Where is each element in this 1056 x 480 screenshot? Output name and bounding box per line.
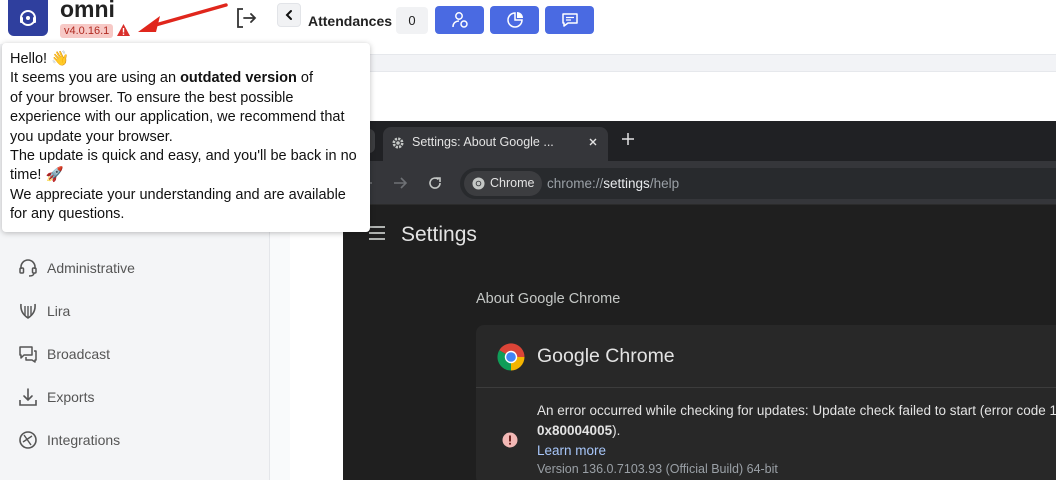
chat-bubble-icon bbox=[561, 13, 578, 27]
new-tab-icon[interactable] bbox=[621, 132, 635, 146]
learn-more-link[interactable]: Learn more bbox=[537, 443, 606, 458]
tooltip-line-4: We appreciate your understanding and are… bbox=[10, 186, 346, 223]
url-scheme: chrome:// bbox=[547, 176, 604, 191]
menu-icon[interactable] bbox=[369, 226, 385, 240]
warning-icon[interactable] bbox=[116, 23, 131, 37]
red-arrow-annotation bbox=[138, 3, 228, 32]
url-path: /help bbox=[649, 176, 680, 191]
sidebar-item-label: Integrations bbox=[47, 432, 121, 448]
sidebar-item-label: Administrative bbox=[47, 260, 135, 276]
sidebar-item-label: Lira bbox=[47, 303, 71, 319]
app-logo[interactable] bbox=[8, 0, 48, 36]
logout-icon[interactable] bbox=[234, 6, 258, 30]
dashboard-button[interactable] bbox=[490, 6, 539, 34]
update-error-message: An error occurred while checking for upd… bbox=[537, 401, 1056, 440]
browser-toolbar: Chrome chrome://settings/help bbox=[343, 161, 1056, 205]
tooltip-text: It seems you are using an bbox=[10, 70, 181, 87]
version-badge: v4.0.16.1 bbox=[60, 24, 114, 38]
content-separator bbox=[290, 54, 1056, 72]
tooltip-line-2: of your browser. To ensure the best poss… bbox=[10, 89, 345, 145]
error-suffix: ). bbox=[612, 422, 621, 438]
url-text[interactable]: chrome://settings/help bbox=[547, 176, 679, 191]
sidebar-item-administrative[interactable]: Administrative bbox=[18, 256, 135, 280]
error-text: An error occurred while checking for upd… bbox=[537, 403, 1056, 418]
error-icon bbox=[502, 432, 518, 448]
collapse-sidebar-button[interactable] bbox=[277, 3, 301, 27]
sidebar-item-label: Exports bbox=[47, 389, 95, 405]
download-icon bbox=[19, 388, 37, 406]
chrome-window: Settings: About Google ... Chrome chrome… bbox=[343, 121, 1056, 480]
card-divider bbox=[476, 387, 1056, 388]
tab-title: Settings: About Google ... bbox=[412, 135, 554, 149]
settings-header: Settings bbox=[343, 206, 1056, 262]
tooltip-text: of bbox=[296, 70, 314, 87]
lyre-icon bbox=[20, 303, 36, 319]
sidebar-item-lira[interactable]: Lira bbox=[18, 299, 70, 323]
outdated-browser-tooltip: Hello! 👋 It seems you are using an outda… bbox=[2, 43, 370, 232]
headset-logo-icon bbox=[20, 10, 36, 26]
tooltip-greeting: Hello! 👋 bbox=[10, 51, 70, 67]
add-attendant-button[interactable] bbox=[435, 6, 484, 34]
close-icon[interactable] bbox=[587, 136, 599, 148]
pie-chart-icon bbox=[506, 12, 523, 28]
version-text: Version 136.0.7103.93 (Official Build) 6… bbox=[537, 462, 778, 476]
app-header: omni v4.0.16.1 Attendances 0 bbox=[0, 0, 1056, 44]
address-bar[interactable]: Chrome chrome://settings/help bbox=[460, 168, 1056, 199]
tooltip-line-1: It seems you are using an outdated versi… bbox=[10, 69, 362, 88]
sidebar-item-broadcast[interactable]: Broadcast bbox=[18, 342, 110, 366]
sidebar-item-exports[interactable]: Exports bbox=[18, 385, 94, 409]
about-chrome-card: Google Chrome An error occurred while ch… bbox=[476, 325, 1056, 480]
chip-label: Chrome bbox=[490, 176, 535, 190]
google-chrome-logo-icon bbox=[497, 343, 525, 371]
chevron-left-icon bbox=[285, 10, 292, 20]
forward-icon[interactable] bbox=[392, 175, 408, 191]
page-title: Settings bbox=[401, 223, 477, 246]
chrome-logo-icon bbox=[472, 177, 485, 190]
attendances-label: Attendances bbox=[308, 13, 393, 29]
sidebar-item-label: Broadcast bbox=[47, 346, 111, 362]
attendances-count: 0 bbox=[396, 7, 428, 34]
user-settings-icon bbox=[451, 12, 468, 28]
tab-strip: Settings: About Google ... bbox=[343, 121, 1056, 161]
messages-button[interactable] bbox=[545, 6, 594, 34]
integrations-icon bbox=[19, 431, 37, 449]
chrome-chip[interactable]: Chrome bbox=[464, 171, 543, 196]
section-title: About Google Chrome bbox=[476, 291, 621, 307]
gear-icon bbox=[392, 137, 404, 149]
headset-icon bbox=[19, 259, 37, 277]
tooltip-line-3: The update is quick and easy, and you'll… bbox=[10, 148, 357, 184]
app-name: omni bbox=[60, 0, 115, 22]
tab-settings[interactable]: Settings: About Google ... bbox=[383, 127, 608, 161]
error-code: 0x80004005 bbox=[537, 422, 613, 438]
reload-icon[interactable] bbox=[427, 175, 443, 191]
tooltip-bold-text: outdated version bbox=[180, 70, 297, 87]
sidebar-item-integrations[interactable]: Integrations bbox=[18, 428, 120, 452]
product-name: Google Chrome bbox=[537, 345, 675, 367]
url-host: settings bbox=[603, 176, 650, 191]
chat-icon bbox=[19, 346, 37, 363]
